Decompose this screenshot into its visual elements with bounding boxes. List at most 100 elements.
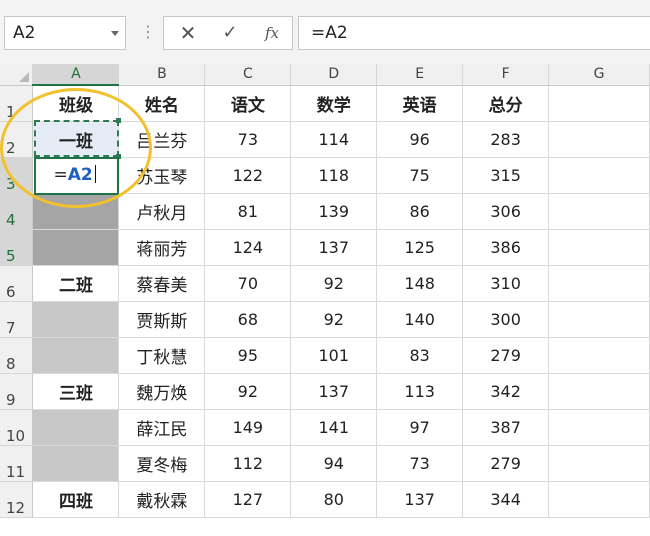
cell-C2[interactable]: 73 <box>204 121 292 158</box>
cell-E3[interactable]: 75 <box>376 157 464 194</box>
insert-function-icon[interactable]: fx <box>252 17 292 49</box>
cell-D2[interactable]: 114 <box>290 121 378 158</box>
cell-C8[interactable]: 95 <box>204 337 292 374</box>
cell-B3[interactable]: 苏玉琴 <box>118 157 206 194</box>
cell-E5[interactable]: 125 <box>376 229 464 266</box>
cell-C1[interactable]: 语文 <box>204 85 292 122</box>
cell-A3-editing[interactable]: =A2 <box>32 157 120 194</box>
cell-A7[interactable] <box>32 301 120 338</box>
cell-E1[interactable]: 英语 <box>376 85 464 122</box>
cell-C9[interactable]: 92 <box>204 373 292 410</box>
column-header-F[interactable]: F <box>462 64 550 86</box>
select-all-corner[interactable] <box>0 64 34 86</box>
cell-C3[interactable]: 122 <box>204 157 292 194</box>
cell-A9[interactable]: 三班 <box>32 373 120 410</box>
cell-D5[interactable]: 137 <box>290 229 378 266</box>
cell-C10[interactable]: 149 <box>204 409 292 446</box>
cell-E9[interactable]: 113 <box>376 373 464 410</box>
enter-icon[interactable]: ✓ <box>210 17 250 49</box>
column-header-A[interactable]: A <box>32 64 120 86</box>
cell-F5[interactable]: 386 <box>462 229 550 266</box>
cell-G2[interactable] <box>548 121 650 158</box>
formula-input[interactable]: =A2 <box>298 16 650 50</box>
cell-G11[interactable] <box>548 445 650 482</box>
cell-D9[interactable]: 137 <box>290 373 378 410</box>
cell-G10[interactable] <box>548 409 650 446</box>
chevron-down-icon[interactable] <box>111 31 119 36</box>
cancel-icon[interactable]: ✕ <box>168 17 208 49</box>
cell-D3[interactable]: 118 <box>290 157 378 194</box>
cell-G12[interactable] <box>548 481 650 518</box>
row-header-1[interactable]: 1 <box>0 85 34 122</box>
row-header-2[interactable]: 2 <box>0 121 34 158</box>
cell-F6[interactable]: 310 <box>462 265 550 302</box>
cell-C12[interactable]: 127 <box>204 481 292 518</box>
cell-B1[interactable]: 姓名 <box>118 85 206 122</box>
cell-A10[interactable] <box>32 409 120 446</box>
cell-E7[interactable]: 140 <box>376 301 464 338</box>
cell-D6[interactable]: 92 <box>290 265 378 302</box>
cell-D8[interactable]: 101 <box>290 337 378 374</box>
row-header-11[interactable]: 11 <box>0 445 34 482</box>
cell-F4[interactable]: 306 <box>462 193 550 230</box>
row-header-3[interactable]: 3 <box>0 157 34 194</box>
row-header-10[interactable]: 10 <box>0 409 34 446</box>
row-header-8[interactable]: 8 <box>0 337 34 374</box>
cell-A8[interactable] <box>32 337 120 374</box>
cell-A1[interactable]: 班级 <box>32 85 120 122</box>
cell-E2[interactable]: 96 <box>376 121 464 158</box>
cell-F8[interactable]: 279 <box>462 337 550 374</box>
cell-F1[interactable]: 总分 <box>462 85 550 122</box>
cell-A6[interactable]: 二班 <box>32 265 120 302</box>
more-options-icon[interactable]: ⋮ <box>140 20 156 44</box>
cell-D1[interactable]: 数学 <box>290 85 378 122</box>
cell-G7[interactable] <box>548 301 650 338</box>
cell-G3[interactable] <box>548 157 650 194</box>
cell-F2[interactable]: 283 <box>462 121 550 158</box>
name-box[interactable]: A2 <box>4 16 126 50</box>
cell-B12[interactable]: 戴秋霖 <box>118 481 206 518</box>
cell-E12[interactable]: 137 <box>376 481 464 518</box>
row-header-4[interactable]: 4 <box>0 193 34 230</box>
cell-G1[interactable] <box>548 85 650 122</box>
cell-B5[interactable]: 蒋丽芳 <box>118 229 206 266</box>
cell-A5[interactable] <box>32 229 120 266</box>
cell-A12[interactable]: 四班 <box>32 481 120 518</box>
cell-B7[interactable]: 贾斯斯 <box>118 301 206 338</box>
cell-C11[interactable]: 112 <box>204 445 292 482</box>
cell-D12[interactable]: 80 <box>290 481 378 518</box>
column-header-E[interactable]: E <box>376 64 464 86</box>
cell-B10[interactable]: 薛江民 <box>118 409 206 446</box>
cell-E10[interactable]: 97 <box>376 409 464 446</box>
cell-F11[interactable]: 279 <box>462 445 550 482</box>
cell-G5[interactable] <box>548 229 650 266</box>
cell-E6[interactable]: 148 <box>376 265 464 302</box>
cell-G4[interactable] <box>548 193 650 230</box>
cell-F10[interactable]: 387 <box>462 409 550 446</box>
row-header-7[interactable]: 7 <box>0 301 34 338</box>
cell-G9[interactable] <box>548 373 650 410</box>
cell-B6[interactable]: 蔡春美 <box>118 265 206 302</box>
cell-C5[interactable]: 124 <box>204 229 292 266</box>
cell-E11[interactable]: 73 <box>376 445 464 482</box>
cell-D7[interactable]: 92 <box>290 301 378 338</box>
cell-A2[interactable]: 一班 <box>32 121 120 158</box>
cell-E4[interactable]: 86 <box>376 193 464 230</box>
cell-B11[interactable]: 夏冬梅 <box>118 445 206 482</box>
cell-F7[interactable]: 300 <box>462 301 550 338</box>
cell-C7[interactable]: 68 <box>204 301 292 338</box>
cell-F12[interactable]: 344 <box>462 481 550 518</box>
cell-D10[interactable]: 141 <box>290 409 378 446</box>
cell-C4[interactable]: 81 <box>204 193 292 230</box>
column-header-D[interactable]: D <box>290 64 378 86</box>
row-header-6[interactable]: 6 <box>0 265 34 302</box>
cell-B4[interactable]: 卢秋月 <box>118 193 206 230</box>
row-header-9[interactable]: 9 <box>0 373 34 410</box>
cell-F3[interactable]: 315 <box>462 157 550 194</box>
cell-A11[interactable] <box>32 445 120 482</box>
cell-F9[interactable]: 342 <box>462 373 550 410</box>
column-header-C[interactable]: C <box>204 64 292 86</box>
row-header-12[interactable]: 12 <box>0 481 34 518</box>
column-header-G[interactable]: G <box>548 64 650 86</box>
cell-B9[interactable]: 魏万焕 <box>118 373 206 410</box>
